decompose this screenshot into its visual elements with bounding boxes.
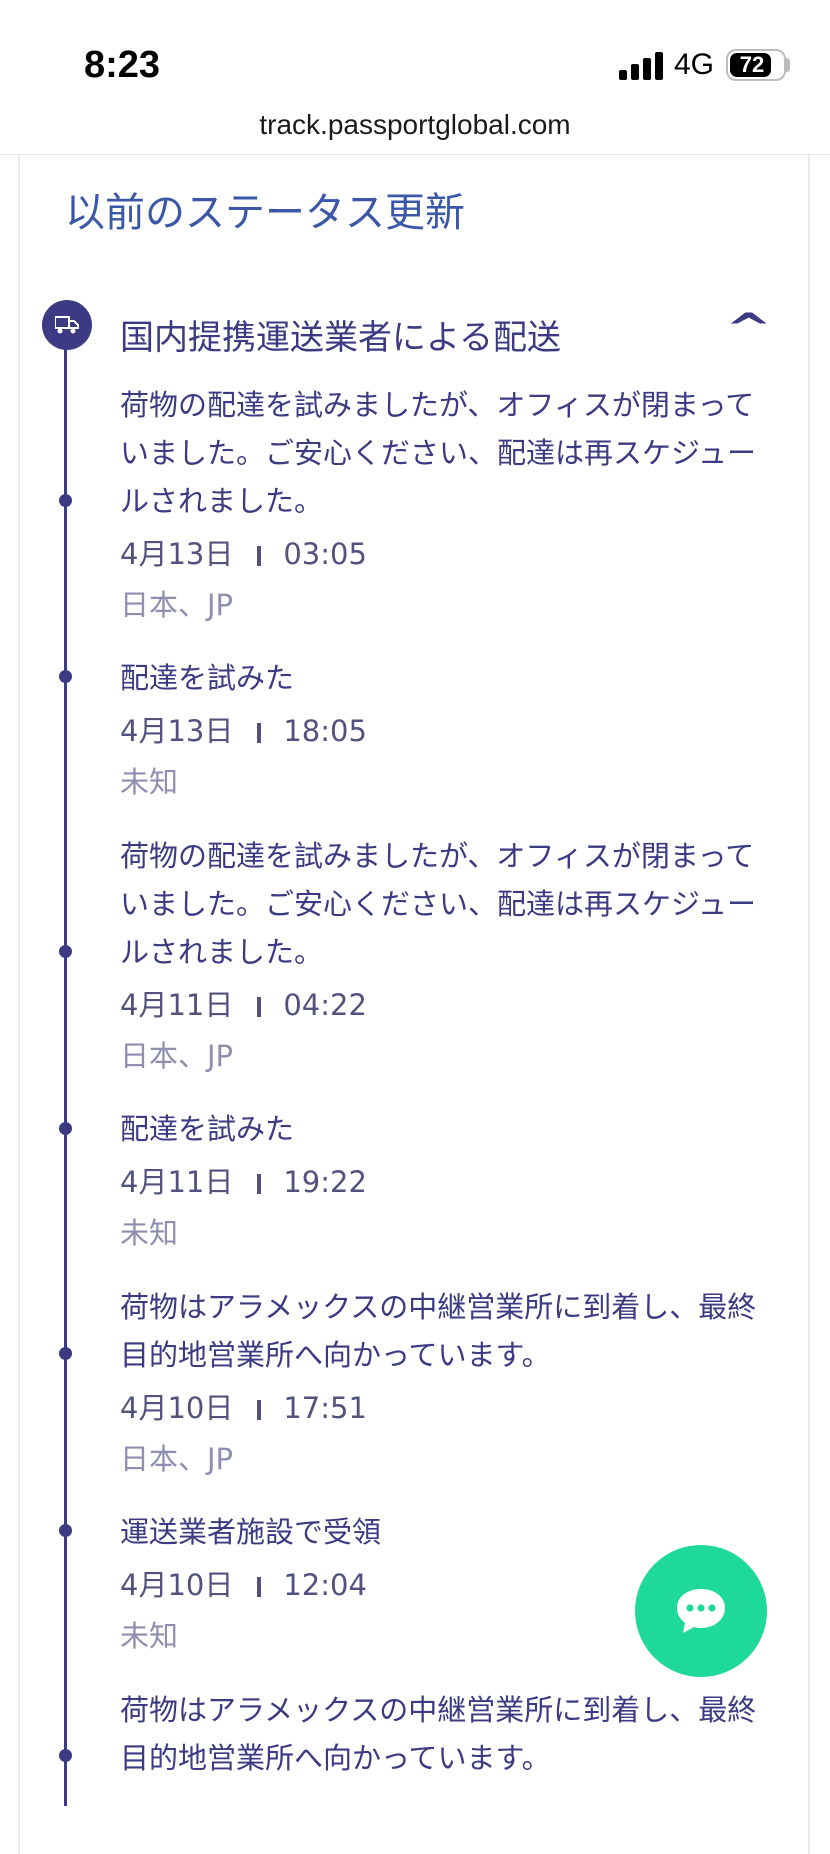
signal-icon [619, 50, 665, 80]
list-item: 荷物の配達を試みましたが、オフィスが閉まっていました。ご安心ください、配達は再ス… [120, 832, 770, 1082]
separator [257, 723, 262, 743]
event-timestamp: 4月13日 03:05 [120, 529, 770, 579]
event-location: 未知 [120, 765, 179, 799]
event-date: 4月11日 [120, 988, 234, 1022]
event-timestamp: 4月11日 19:22 [120, 1157, 770, 1207]
event-time: 19:22 [283, 1165, 367, 1199]
chevron-up-icon[interactable]: ^ [725, 306, 772, 352]
event-time: 17:51 [283, 1391, 367, 1425]
event-description: 荷物はアラメックスの中継営業所に到着し、最終目的地営業所へ向かっています。 [120, 1693, 757, 1775]
status-time: 8:23 [84, 44, 161, 86]
list-item: 荷物はアラメックスの中継営業所に到着し、最終目的地営業所へ向かっています。 [120, 1686, 770, 1782]
timeline-dot [59, 1524, 72, 1537]
event-date: 4月13日 [120, 714, 234, 748]
event-location: 未知 [120, 1216, 179, 1250]
timeline-dot [59, 1122, 72, 1135]
event-description: 荷物はアラメックスの中継営業所に到着し、最終目的地営業所へ向かっています。 [120, 1290, 757, 1372]
event-description: 荷物の配達を試みましたが、オフィスが閉まっていました。ご安心ください、配達は再ス… [120, 839, 756, 969]
timeline-dot [59, 494, 72, 507]
separator [257, 1400, 262, 1420]
truck-icon [42, 300, 92, 350]
group-title[interactable]: 国内提携運送業者による配送 [120, 310, 561, 359]
separator [257, 546, 262, 566]
status-bar: 8:23 4G 72 [0, 0, 830, 100]
timeline-dot [59, 1749, 72, 1762]
event-date: 4月11日 [120, 1165, 234, 1199]
event-location: 日本、JP [120, 1442, 234, 1476]
event-date: 4月10日 [120, 1391, 234, 1425]
event-description: 運送業者施設で受領 [120, 1515, 382, 1549]
event-timestamp: 4月10日 17:51 [120, 1383, 770, 1433]
separator [257, 997, 262, 1017]
timeline-dot [59, 1347, 72, 1360]
event-date: 4月13日 [120, 537, 234, 571]
event-description: 荷物の配達を試みましたが、オフィスが閉まっていました。ご安心ください、配達は再ス… [120, 388, 756, 518]
event-time: 03:05 [283, 537, 367, 571]
timeline-dot [59, 670, 72, 683]
event-location: 日本、JP [120, 1039, 234, 1073]
battery-level: 72 [739, 52, 765, 77]
list-item: 配達を試みた 4月13日 18:05 未知 [120, 654, 770, 808]
chat-bubble-icon [677, 1589, 725, 1633]
timeline-dot [59, 945, 72, 958]
section-title: 以前のステータス更新 [65, 190, 465, 236]
battery-tip [786, 58, 790, 72]
event-time: 12:04 [283, 1568, 367, 1602]
event-timestamp: 4月11日 04:22 [120, 980, 770, 1030]
network-type: 4G [674, 48, 715, 81]
chat-button[interactable] [635, 1545, 767, 1677]
event-description: 配達を試みた [120, 1112, 295, 1146]
list-item: 配達を試みた 4月11日 19:22 未知 [120, 1105, 770, 1259]
separator [257, 1577, 262, 1597]
url-bar[interactable]: track.passportglobal.com [0, 100, 830, 155]
event-time: 18:05 [283, 714, 367, 748]
event-date: 4月10日 [120, 1568, 234, 1602]
list-item: 荷物の配達を試みましたが、オフィスが閉まっていました。ご安心ください、配達は再ス… [120, 381, 770, 631]
event-timestamp: 4月13日 18:05 [120, 706, 770, 756]
event-time: 04:22 [283, 988, 367, 1022]
separator [257, 1174, 262, 1194]
event-location: 日本、JP [120, 588, 234, 622]
battery-icon: 72 [726, 49, 786, 81]
timeline-line [64, 326, 67, 1806]
list-item: 荷物はアラメックスの中継営業所に到着し、最終目的地営業所へ向かっています。 4月… [120, 1283, 770, 1485]
event-description: 配達を試みた [120, 661, 295, 695]
